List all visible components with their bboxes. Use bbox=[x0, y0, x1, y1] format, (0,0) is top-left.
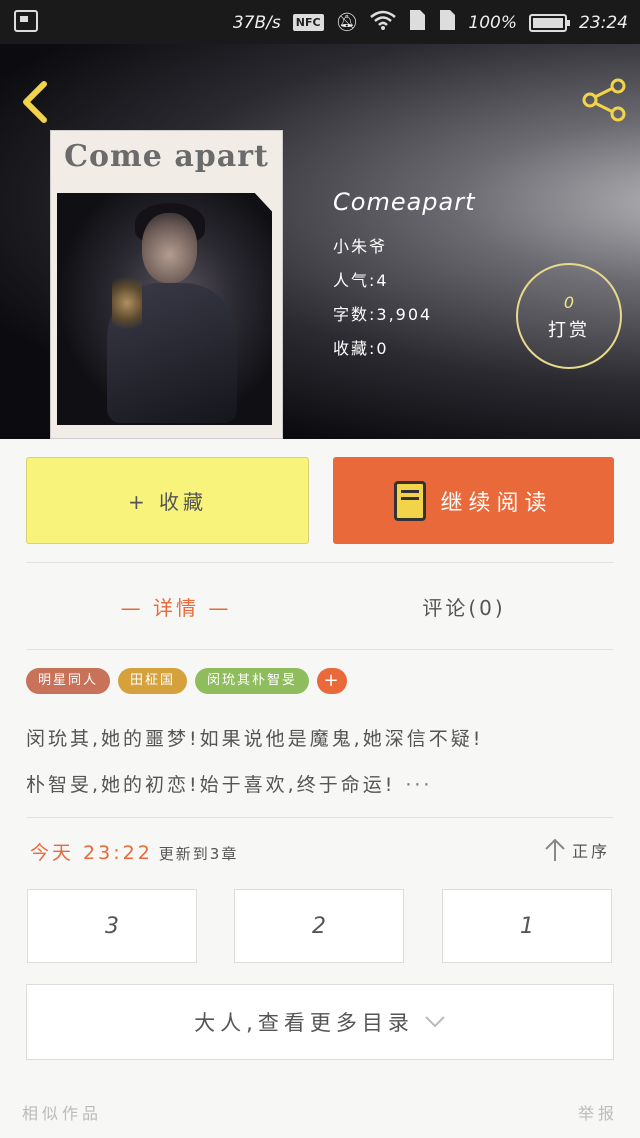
report-button[interactable]: 举报 bbox=[578, 1100, 618, 1124]
reward-label: 打赏 bbox=[548, 320, 590, 341]
continue-reading-button[interactable]: 继续阅读 bbox=[333, 457, 614, 544]
reward-button[interactable]: 0 打赏 bbox=[516, 263, 622, 369]
divider bbox=[26, 649, 614, 650]
cover-title: Come apart bbox=[64, 139, 269, 174]
divider bbox=[26, 562, 614, 563]
chevron-left-icon bbox=[23, 81, 47, 123]
battery-percent: 100% bbox=[468, 12, 517, 33]
battery-icon bbox=[529, 13, 570, 32]
word-count-stat: 字数:3,904 bbox=[333, 305, 433, 324]
arrow-up-icon bbox=[545, 838, 565, 861]
tag-chip[interactable]: 明星同人 bbox=[26, 668, 111, 694]
expand-synopsis-button[interactable]: ··· bbox=[405, 774, 432, 796]
update-row: 今天 23:22 更新到3章 正序 bbox=[30, 838, 610, 868]
synopsis-line: 朴智旻,她的初恋!始于喜欢,终于命运! bbox=[26, 774, 396, 796]
image-icon bbox=[14, 10, 38, 32]
add-favorite-button[interactable]: + 收藏 bbox=[26, 457, 309, 544]
add-favorite-label: + 收藏 bbox=[127, 490, 208, 514]
continue-reading-label: 继续阅读 bbox=[440, 490, 553, 516]
cover-photo bbox=[57, 193, 272, 425]
clock: 23:24 bbox=[579, 12, 628, 33]
update-text: 更新到3章 bbox=[158, 845, 239, 863]
mute-icon: 🔕︎ bbox=[335, 12, 359, 33]
tag-chip[interactable]: 闵玧其朴智旻 bbox=[195, 668, 310, 694]
author-name[interactable]: 小朱爷 bbox=[333, 230, 476, 264]
divider bbox=[26, 817, 614, 818]
share-icon bbox=[582, 78, 626, 122]
tab-comments[interactable]: 评论(0) bbox=[314, 580, 614, 636]
sim1-icon bbox=[408, 9, 426, 36]
book-title: Comeapart bbox=[333, 188, 476, 216]
share-button[interactable] bbox=[580, 76, 628, 124]
chapter-button[interactable]: 1 bbox=[442, 889, 612, 963]
network-speed: 37B/s bbox=[232, 12, 281, 33]
status-icons: 37B/s NFC 🔕︎ 100% 23:24 bbox=[233, 9, 628, 36]
synopsis-line: 闵玧其,她的噩梦!如果说他是魔鬼,她深信不疑! bbox=[26, 728, 484, 750]
sort-order-button[interactable]: 正序 bbox=[544, 838, 610, 862]
add-tag-button[interactable]: + bbox=[317, 668, 348, 694]
wifi-icon bbox=[370, 10, 397, 35]
book-synopsis[interactable]: 闵玧其,她的噩梦!如果说他是魔鬼,她深信不疑! 朴智旻,她的初恋!始于喜欢,终于… bbox=[26, 716, 616, 808]
book-cover[interactable]: Come apart bbox=[50, 130, 283, 439]
chevron-down-icon bbox=[425, 1016, 445, 1028]
sim2-icon bbox=[438, 9, 456, 36]
tag-chip[interactable]: 田柾国 bbox=[118, 668, 188, 694]
popularity-stat: 人气:4 bbox=[333, 271, 389, 290]
sort-order-label: 正序 bbox=[571, 842, 610, 861]
nfc-icon: NFC bbox=[292, 14, 324, 31]
tab-detail[interactable]: — 详情 — bbox=[26, 580, 326, 636]
back-button[interactable] bbox=[18, 80, 54, 124]
tag-list: 明星同人 田柾国 闵玧其朴智旻 + bbox=[26, 668, 348, 694]
update-time: 今天 23:22 bbox=[30, 842, 153, 864]
similar-works-heading: 相似作品 bbox=[22, 1104, 103, 1123]
chapter-button[interactable]: 2 bbox=[234, 889, 404, 963]
book-header: Come apart Comeapart 小朱爷 人气:4 字数:3,904 收… bbox=[0, 44, 640, 439]
favorites-stat: 收藏:0 bbox=[333, 339, 389, 358]
more-catalog-button[interactable]: 大人,查看更多目录 bbox=[26, 984, 614, 1060]
more-catalog-label: 大人,查看更多目录 bbox=[194, 1011, 414, 1035]
status-bar: 37B/s NFC 🔕︎ 100% 23:24 bbox=[0, 0, 640, 44]
book-info: Comeapart 小朱爷 人气:4 字数:3,904 收藏:0 bbox=[333, 188, 476, 366]
book-icon bbox=[394, 480, 427, 521]
chapter-button[interactable]: 3 bbox=[27, 889, 197, 963]
reward-count: 0 bbox=[563, 293, 575, 312]
